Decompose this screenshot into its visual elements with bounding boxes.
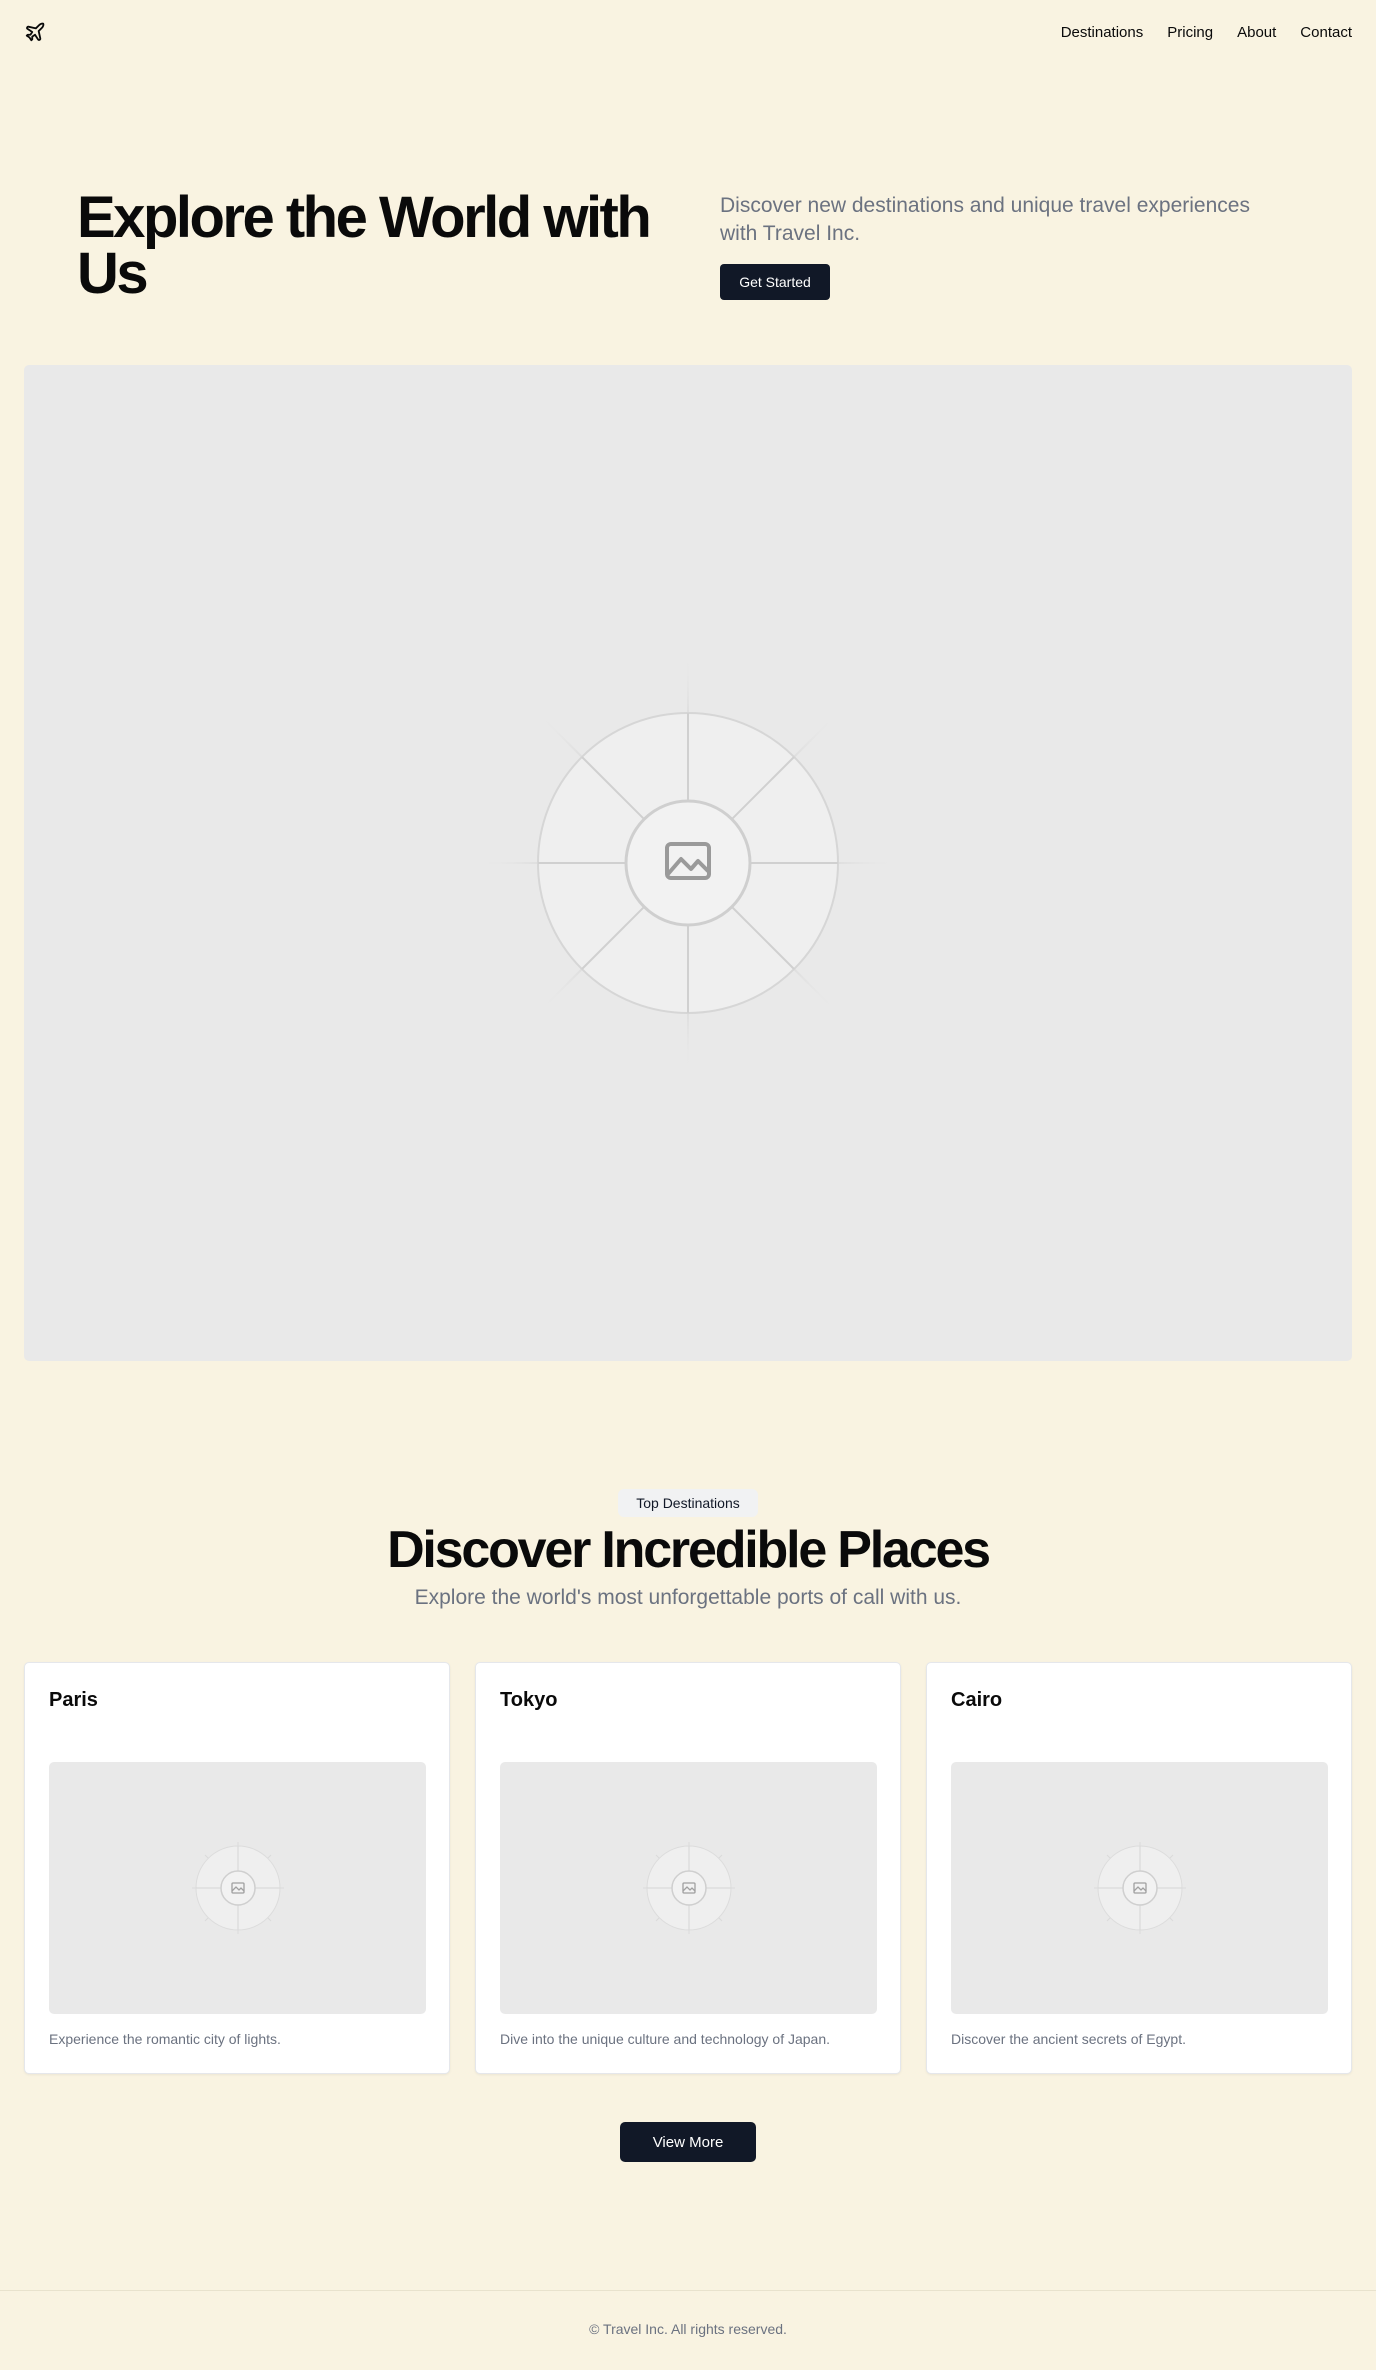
destination-card-paris[interactable]: Paris Experience the romantic city of li… [24, 1662, 450, 2074]
plane-icon[interactable] [24, 20, 48, 44]
top-destinations-badge: Top Destinations [618, 1489, 758, 1517]
card-description: Discover the ancient secrets of Egypt. [951, 2031, 1186, 2047]
image-placeholder-icon [643, 1842, 735, 1934]
image-placeholder-icon [478, 653, 898, 1073]
card-image [49, 1762, 426, 2014]
card-description: Dive into the unique culture and technol… [500, 2031, 831, 2047]
destination-card-cairo[interactable]: Cairo Discover the ancient secrets of Eg… [926, 1662, 1352, 2074]
card-title: Paris [49, 1689, 98, 1711]
hero-subtitle: Discover new destinations and unique tra… [720, 194, 1250, 245]
card-title: Cairo [951, 1689, 1003, 1711]
hero-title: Explore the World with Us [77, 185, 652, 306]
card-title: Tokyo [500, 1689, 558, 1711]
site-header: Destinations Pricing About Contact [0, 0, 1376, 64]
hero-image [24, 365, 1352, 1361]
footer-divider [0, 2290, 1376, 2291]
nav-contact[interactable]: Contact [1300, 24, 1352, 41]
card-image [951, 1762, 1328, 2014]
image-placeholder-icon [192, 1842, 284, 1934]
image-placeholder-icon [1094, 1842, 1186, 1934]
nav-pricing[interactable]: Pricing [1167, 24, 1213, 41]
card-description: Experience the romantic city of lights. [49, 2031, 281, 2047]
nav-about[interactable]: About [1237, 24, 1276, 41]
section-subtitle: Explore the world's most unforgettable p… [414, 1586, 962, 1609]
section-title: Discover Incredible Places [387, 1521, 991, 1579]
nav-destinations[interactable]: Destinations [1061, 24, 1144, 41]
main-nav: Destinations Pricing About Contact [1061, 24, 1352, 41]
get-started-button[interactable]: Get Started [720, 264, 830, 300]
footer-copyright: © Travel Inc. All rights reserved. [589, 2321, 787, 2337]
destination-card-tokyo[interactable]: Tokyo Dive into the unique culture and t… [475, 1662, 901, 2074]
card-image [500, 1762, 877, 2014]
view-more-button[interactable]: View More [620, 2122, 756, 2162]
